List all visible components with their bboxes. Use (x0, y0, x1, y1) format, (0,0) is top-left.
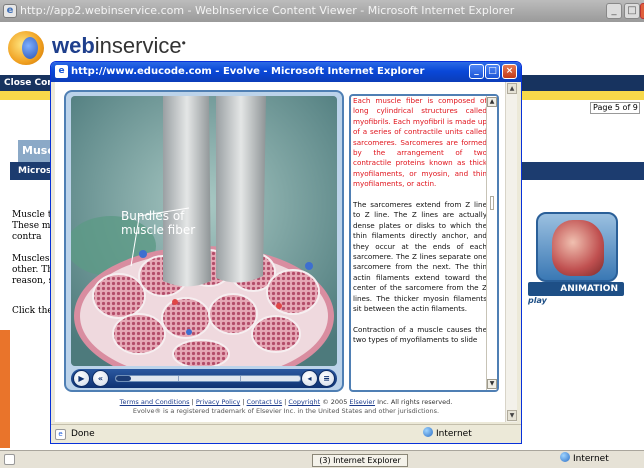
maximize-button[interactable]: □ (624, 3, 640, 19)
narration-text-panel: Each muscle fiber is composed of long cy… (349, 94, 499, 392)
seek-progress (116, 376, 131, 381)
page-done-icon: e (55, 429, 66, 440)
privacy-link[interactable]: Privacy Policy (196, 398, 240, 406)
popup-scrollbar[interactable]: ▲ ▼ (505, 82, 517, 422)
text-paragraph-1: Each muscle fiber is composed of long cy… (353, 96, 487, 189)
animation-button[interactable]: ANIMATION (528, 282, 624, 296)
copyright-year: © 2005 (322, 398, 348, 406)
status-done: Done (71, 429, 95, 439)
narration-text: Each muscle fiber is composed of long cy… (353, 96, 487, 390)
section-subtitle: Micros (18, 166, 52, 176)
menu-icon[interactable]: ≡ (318, 370, 335, 387)
animation-video[interactable]: Bundles of muscle fiber (71, 96, 337, 366)
webinservice-logo-icon (8, 31, 44, 65)
globe-icon (423, 427, 433, 437)
elsevier-link[interactable]: Elsevier (349, 398, 375, 406)
taskbar-button[interactable]: (3) Internet Explorer (312, 454, 408, 467)
video-label-line2: muscle fiber (121, 223, 195, 237)
footer-links: Terms and Conditions | Privacy Policy | … (119, 398, 453, 406)
copyright-link[interactable]: Copyright (288, 398, 320, 406)
left-accent-bar (0, 330, 10, 448)
minimize-button[interactable]: _ (606, 3, 622, 19)
popup-content: ▲ ▼ Bundles of muscle fiber ▶ « ◂ ≡ Each… (55, 82, 517, 422)
text-paragraph-2: The sarcomeres extend from Z line to Z l… (353, 200, 487, 314)
close-button[interactable]: × (640, 3, 644, 19)
scroll-up-arrow-icon[interactable]: ▲ (507, 83, 517, 94)
popup-titlebar[interactable]: e http://www.educode.com - Evolve - Micr… (51, 62, 521, 82)
play-icon[interactable]: ▶ (73, 370, 90, 387)
contact-link[interactable]: Contact Us (247, 398, 283, 406)
rights-text: Inc. All rights reserved. (377, 398, 453, 406)
globe-icon (560, 452, 570, 462)
player-controls: ▶ « ◂ ≡ (71, 369, 337, 388)
popup-minimize-button[interactable]: _ (469, 64, 484, 79)
muscle-organ-image (552, 220, 604, 276)
text-scroll-down-icon[interactable]: ▼ (487, 379, 497, 389)
text-scrollbar[interactable]: ▲ ▼ (486, 96, 497, 390)
trademark-note: Evolve® is a registered trademark of Els… (132, 407, 440, 415)
site-logo[interactable]: webinservice• (52, 33, 186, 59)
back-window-title: http://app2.webinservice.com - WebInserv… (20, 4, 515, 17)
popup-internet-zone: Internet (423, 425, 472, 443)
volume-icon[interactable]: ◂ (301, 370, 318, 387)
back-window-titlebar[interactable]: e http://app2.webinservice.com - WebInse… (0, 0, 644, 22)
popup-window[interactable]: e http://www.educode.com - Evolve - Micr… (50, 61, 522, 444)
ie-icon: e (55, 65, 68, 78)
media-player: Bundles of muscle fiber ▶ « ◂ ≡ (64, 90, 344, 392)
video-label-line1: Bundles of (121, 209, 185, 223)
seek-bar[interactable] (115, 375, 301, 382)
popup-status-bar: e Done Internet (51, 424, 521, 443)
back-status-bar: (3) Internet Explorer Internet (0, 450, 644, 468)
text-scroll-thumb[interactable] (490, 196, 494, 210)
text-paragraph-3: Contraction of a muscle causes the two t… (353, 324, 487, 345)
play-label[interactable]: play (528, 296, 547, 305)
ie-icon: e (3, 4, 17, 18)
text-scroll-up-icon[interactable]: ▲ (487, 97, 497, 107)
animation-thumbnail[interactable] (536, 212, 618, 282)
page-icon (4, 454, 15, 465)
rewind-icon[interactable]: « (92, 370, 109, 387)
internet-zone: Internet (560, 451, 609, 468)
muscle-bundle-illustration: Bundles of muscle fiber (71, 96, 337, 366)
popup-maximize-button[interactable]: □ (485, 64, 500, 79)
popup-close-button[interactable]: × (502, 64, 517, 79)
terms-link[interactable]: Terms and Conditions (120, 398, 190, 406)
page-indicator: Page 5 of 9 (590, 102, 640, 114)
popup-title: http://www.educode.com - Evolve - Micros… (71, 66, 425, 77)
